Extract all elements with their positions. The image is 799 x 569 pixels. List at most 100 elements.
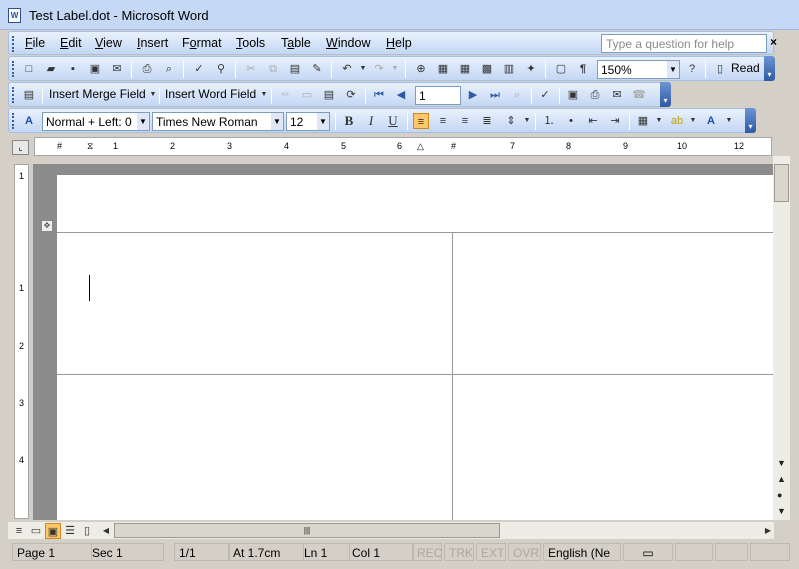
redo-icon[interactable]: ↷	[371, 61, 387, 77]
help-icon[interactable]: ?	[684, 61, 700, 77]
print-icon[interactable]: ⎙	[139, 61, 155, 77]
status-ext[interactable]: EXT	[476, 543, 506, 561]
chevron-down-icon[interactable]: ▼	[519, 113, 535, 129]
font-select[interactable]: Times New Roman ▼	[152, 112, 284, 131]
menu-insert[interactable]: Insert	[137, 36, 168, 50]
hyperlink-icon[interactable]: ⊕	[413, 61, 429, 77]
chevron-down-icon[interactable]: ▼	[317, 113, 329, 130]
open-folder-icon[interactable]: ▰	[43, 61, 59, 77]
toolbar-options-icon[interactable]: ▾	[745, 108, 756, 133]
right-indent-marker-icon[interactable]: △	[417, 141, 424, 152]
chevron-down-icon[interactable]: ▼	[271, 113, 283, 130]
menu-tools[interactable]: Tools	[236, 36, 265, 50]
drawing-icon[interactable]: ✦	[523, 61, 539, 77]
toolbar-grip[interactable]	[12, 61, 15, 77]
save-icon[interactable]: ▪	[65, 61, 81, 77]
font-size-select[interactable]: 12 ▼	[286, 112, 330, 131]
status-language[interactable]: English (Ne	[543, 543, 621, 561]
close-document-button[interactable]: ×	[770, 35, 777, 49]
status-column[interactable]: Col 1	[348, 543, 414, 561]
undo-dropdown-icon[interactable]: ▼	[355, 61, 371, 77]
menu-window[interactable]: Window	[326, 36, 370, 50]
match-fields-icon[interactable]: ▤	[321, 87, 337, 103]
menu-view[interactable]: View	[95, 36, 122, 50]
style-select[interactable]: Normal + Left: 0 ▼	[42, 112, 150, 131]
scroll-left-icon[interactable]: ◀	[98, 523, 114, 539]
web-layout-icon[interactable]: ▭	[28, 523, 44, 539]
columns-icon[interactable]: ▥	[501, 61, 517, 77]
select-browse-object-icon[interactable]: ●	[777, 490, 782, 500]
undo-icon[interactable]: ↶	[339, 61, 355, 77]
chevron-down-icon[interactable]: ▼	[256, 87, 272, 103]
zoom-select[interactable]: 150% ▼	[597, 60, 680, 79]
copy-icon[interactable]: ⧉	[265, 61, 281, 77]
merge-to-document-icon[interactable]: ▣	[565, 87, 581, 103]
justify-icon[interactable]: ≣	[479, 113, 495, 129]
status-section[interactable]: Sec 1	[88, 543, 164, 561]
status-ovr[interactable]: OVR	[508, 543, 541, 561]
status-page[interactable]: Page 1	[12, 543, 92, 561]
bullets-icon[interactable]: •	[563, 113, 579, 129]
align-left-icon[interactable]: ≡	[413, 113, 429, 129]
menu-file[interactable]: File	[25, 36, 45, 50]
find-entry-icon[interactable]: ⌕	[509, 87, 525, 103]
bold-icon[interactable]: B	[341, 113, 357, 129]
align-right-icon[interactable]: ≡	[457, 113, 473, 129]
horizontal-scrollbar[interactable]: ≡ ▭ ▣ ☰ ▯ ◀ ||| ▶	[8, 522, 774, 539]
spelling-icon[interactable]: ✓	[191, 61, 207, 77]
highlight-fields-icon[interactable]: ▭	[299, 87, 315, 103]
read-button[interactable]: Read	[731, 61, 760, 75]
menu-table[interactable]: Table	[281, 36, 311, 50]
borders-icon[interactable]: ▦	[635, 113, 651, 129]
line-spacing-icon[interactable]: ⇕	[503, 113, 519, 129]
menu-help[interactable]: Help	[386, 36, 412, 50]
chevron-down-icon[interactable]: ▼	[137, 113, 149, 130]
styles-formatting-icon[interactable]: A	[21, 113, 37, 129]
chevron-down-icon[interactable]: ▼	[667, 61, 679, 78]
insert-table-icon[interactable]: ▦	[457, 61, 473, 77]
outline-view-icon[interactable]: ☰	[62, 523, 78, 539]
toolbar-options-icon[interactable]: ▾	[660, 82, 671, 107]
status-rec[interactable]: REC	[412, 543, 442, 561]
main-document-setup-icon[interactable]: ▤	[21, 87, 37, 103]
scroll-thumb[interactable]: |||	[114, 523, 500, 538]
paste-icon[interactable]: ▤	[287, 61, 303, 77]
read-book-icon[interactable]: ▯	[712, 61, 728, 77]
toolbar-options-icon[interactable]: ▾	[764, 56, 775, 81]
view-merged-data-icon[interactable]: «»	[277, 87, 293, 103]
toolbar-grip[interactable]	[12, 87, 15, 103]
previous-record-icon[interactable]: ◀	[393, 87, 409, 103]
document-page[interactable]	[57, 175, 773, 520]
vertical-ruler[interactable]: 1 1 2 3 4	[14, 164, 29, 519]
scroll-down-icon[interactable]: ▼	[777, 458, 786, 468]
previous-page-icon[interactable]: ▲	[777, 474, 786, 484]
new-document-icon[interactable]: □	[21, 61, 37, 77]
status-trk[interactable]: TRK	[444, 543, 474, 561]
email-icon[interactable]: ✉	[109, 61, 125, 77]
print-layout-icon[interactable]: ▣	[45, 523, 61, 539]
align-center-icon[interactable]: ≡	[435, 113, 451, 129]
merge-to-printer-icon[interactable]: ⎙	[587, 87, 603, 103]
document-map-icon[interactable]: ▢	[553, 61, 569, 77]
show-hide-icon[interactable]: ¶	[575, 61, 591, 77]
decrease-indent-icon[interactable]: ⇤	[585, 113, 601, 129]
highlight-icon[interactable]: ab	[669, 113, 685, 129]
menu-edit[interactable]: Edit	[60, 36, 82, 50]
toolbar-grip[interactable]	[12, 113, 15, 129]
vertical-scrollbar[interactable]: ▼ ▲ ● ▼	[773, 156, 790, 520]
merge-to-fax-icon[interactable]: ☎	[631, 87, 647, 103]
scroll-thumb[interactable]	[774, 164, 789, 202]
word-doc-icon[interactable]: W	[8, 8, 21, 23]
next-page-icon[interactable]: ▼	[777, 506, 786, 516]
indent-marker-icon[interactable]: ⧖	[87, 141, 93, 152]
chevron-down-icon[interactable]: ▼	[685, 113, 701, 129]
first-record-icon[interactable]: ⏮	[371, 87, 387, 103]
redo-dropdown-icon[interactable]: ▼	[387, 61, 403, 77]
insert-word-field-button[interactable]: Insert Word Field	[165, 87, 256, 101]
italic-icon[interactable]: I	[363, 113, 379, 129]
horizontal-ruler[interactable]: # ⧖ 1 2 3 4 5 6 △ # 7 8 9 10 12	[34, 137, 772, 156]
status-line[interactable]: Ln 1	[300, 543, 350, 561]
permission-icon[interactable]: ▣	[87, 61, 103, 77]
reading-layout-icon[interactable]: ▯	[79, 523, 95, 539]
normal-view-icon[interactable]: ≡	[11, 523, 27, 539]
